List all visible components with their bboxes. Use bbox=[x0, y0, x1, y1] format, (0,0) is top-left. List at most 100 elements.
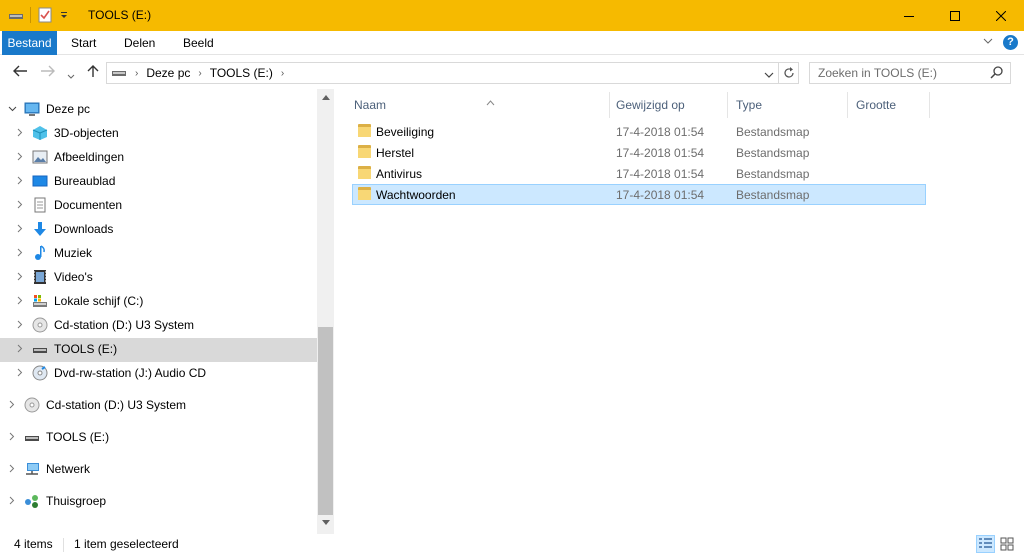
expand-chevron-icon[interactable] bbox=[6, 400, 18, 411]
expand-ribbon-icon[interactable] bbox=[983, 37, 993, 48]
navigation-bar: › Deze pc › TOOLS (E:) › Zoeken in TOOLS… bbox=[0, 55, 1024, 89]
tree-item-lokale-schijf[interactable]: Lokale schijf (C:) bbox=[14, 289, 143, 313]
column-header-type[interactable]: Type bbox=[728, 92, 848, 118]
tree-item-label: TOOLS (E:) bbox=[46, 430, 110, 444]
file-row[interactable]: Herstel 17-4-2018 01:54 Bestandsmap bbox=[352, 142, 926, 163]
ribbon-tabs: Bestand Start Delen Beeld ? bbox=[0, 31, 1024, 55]
close-button[interactable] bbox=[978, 0, 1024, 31]
maximize-icon bbox=[950, 10, 960, 21]
desktop-icon bbox=[32, 173, 48, 189]
navigation-pane-scrollbar[interactable] bbox=[317, 89, 334, 534]
drive-icon bbox=[112, 71, 126, 76]
scrollbar-thumb[interactable] bbox=[318, 327, 333, 515]
tree-item-label: Deze pc bbox=[46, 102, 91, 116]
tree-item-label: Thuisgroep bbox=[46, 494, 107, 508]
address-bar[interactable]: › Deze pc › TOOLS (E:) › bbox=[106, 62, 779, 84]
tree-item-label: Bureaublad bbox=[54, 174, 116, 188]
expand-chevron-icon[interactable] bbox=[14, 200, 26, 211]
breadcrumb-tools[interactable]: TOOLS (E:) bbox=[210, 66, 273, 80]
search-placeholder: Zoeken in TOOLS (E:) bbox=[818, 66, 937, 80]
expand-chevron-icon[interactable] bbox=[6, 432, 18, 443]
expand-chevron-icon[interactable] bbox=[14, 128, 26, 139]
minimize-button[interactable] bbox=[886, 0, 932, 31]
expand-chevron-icon[interactable] bbox=[14, 248, 26, 259]
file-name: Antivirus bbox=[376, 166, 423, 181]
expand-chevron-icon[interactable] bbox=[14, 176, 26, 187]
tree-item-label: Cd-station (D:) U3 System bbox=[54, 318, 195, 332]
title-bar: TOOLS (E:) bbox=[0, 0, 1024, 31]
cd-drive-icon bbox=[32, 317, 48, 333]
tree-item-3d-objecten[interactable]: 3D-objecten bbox=[14, 121, 119, 145]
tab-bestand[interactable]: Bestand bbox=[2, 31, 57, 55]
tree-item-deze-pc[interactable]: Deze pc bbox=[6, 97, 90, 121]
details-view-button[interactable] bbox=[976, 535, 995, 553]
tree-item-thuisgroep[interactable]: Thuisgroep bbox=[6, 489, 106, 513]
tree-item-downloads[interactable]: Downloads bbox=[14, 217, 113, 241]
tree-item-cd-station[interactable]: Cd-station (D:) U3 System bbox=[14, 313, 194, 337]
expand-chevron-icon[interactable] bbox=[6, 496, 18, 507]
tree-item-netwerk[interactable]: Netwerk bbox=[6, 457, 90, 481]
expand-chevron-icon[interactable] bbox=[14, 152, 26, 163]
tab-delen[interactable]: Delen bbox=[124, 31, 155, 55]
tree-item-documenten[interactable]: Documenten bbox=[14, 193, 122, 217]
3d-objects-icon bbox=[32, 125, 48, 141]
tree-item-label: TOOLS (E:) bbox=[54, 342, 118, 356]
file-row[interactable]: Beveiliging 17-4-2018 01:54 Bestandsmap bbox=[352, 121, 926, 142]
recent-locations-button[interactable] bbox=[67, 67, 75, 84]
maximize-button[interactable] bbox=[932, 0, 978, 31]
tree-item-tools-e[interactable]: TOOLS (E:) bbox=[14, 337, 117, 361]
tab-start[interactable]: Start bbox=[71, 31, 96, 55]
collapse-chevron-icon[interactable] bbox=[6, 104, 18, 114]
file-list: Naam Gewijzigd op Type Grootte Beveiligi… bbox=[334, 89, 1024, 534]
expand-chevron-icon[interactable] bbox=[14, 224, 26, 235]
navigation-pane: Deze pc 3D-objecten Afbeeldingen Bureaub… bbox=[0, 89, 334, 534]
drive-icon[interactable] bbox=[8, 7, 24, 23]
up-button[interactable] bbox=[86, 64, 100, 82]
search-icon[interactable] bbox=[990, 65, 1004, 85]
file-row-selected[interactable]: Wachtwoorden 17-4-2018 01:54 Bestandsmap bbox=[352, 184, 926, 205]
column-header-name[interactable]: Naam bbox=[346, 92, 610, 118]
expand-chevron-icon[interactable] bbox=[14, 344, 26, 355]
scroll-up-icon[interactable] bbox=[317, 93, 334, 102]
breadcrumb-deze-pc[interactable]: Deze pc bbox=[146, 66, 190, 80]
tree-item-bureaublad[interactable]: Bureaublad bbox=[14, 169, 115, 193]
file-row[interactable]: Antivirus 17-4-2018 01:54 Bestandsmap bbox=[352, 163, 926, 184]
file-type: Bestandsmap bbox=[736, 145, 810, 160]
window-title: TOOLS (E:) bbox=[88, 8, 152, 22]
dvd-drive-icon bbox=[32, 365, 48, 381]
pictures-icon bbox=[32, 149, 48, 165]
help-icon[interactable]: ? bbox=[1003, 35, 1018, 50]
usb-drive-icon bbox=[32, 341, 48, 357]
back-button[interactable] bbox=[12, 64, 28, 82]
breadcrumb-separator-icon[interactable]: › bbox=[281, 68, 284, 79]
expand-chevron-icon[interactable] bbox=[14, 320, 26, 331]
expand-chevron-icon[interactable] bbox=[14, 296, 26, 307]
breadcrumb-separator-icon[interactable]: › bbox=[198, 68, 201, 79]
large-icons-view-button[interactable] bbox=[998, 535, 1017, 553]
column-header-size[interactable]: Grootte bbox=[848, 92, 930, 118]
tree-item-afbeeldingen[interactable]: Afbeeldingen bbox=[14, 145, 124, 169]
tree-item-label: Afbeeldingen bbox=[54, 150, 125, 164]
tree-item-label: Documenten bbox=[54, 198, 123, 212]
file-type: Bestandsmap bbox=[736, 124, 810, 139]
tree-item-videos[interactable]: Video's bbox=[14, 265, 93, 289]
address-dropdown-icon[interactable] bbox=[764, 68, 774, 82]
expand-chevron-icon[interactable] bbox=[6, 464, 18, 475]
tree-item-tools-e-root[interactable]: TOOLS (E:) bbox=[6, 425, 109, 449]
tree-item-muziek[interactable]: Muziek bbox=[14, 241, 92, 265]
expand-chevron-icon[interactable] bbox=[14, 368, 26, 379]
expand-chevron-icon[interactable] bbox=[14, 272, 26, 283]
search-input[interactable]: Zoeken in TOOLS (E:) bbox=[809, 62, 1011, 84]
refresh-button[interactable] bbox=[779, 62, 799, 84]
scroll-down-icon[interactable] bbox=[317, 518, 334, 527]
forward-button[interactable] bbox=[40, 64, 56, 82]
tree-item-dvd-rw-station[interactable]: Dvd-rw-station (J:) Audio CD bbox=[14, 361, 206, 385]
properties-icon[interactable] bbox=[37, 7, 53, 23]
minimize-icon bbox=[904, 15, 914, 17]
cd-drive-icon bbox=[24, 397, 40, 413]
column-header-modified[interactable]: Gewijzigd op bbox=[608, 92, 728, 118]
customize-toolbar-icon[interactable] bbox=[59, 7, 69, 23]
breadcrumb-separator-icon[interactable]: › bbox=[135, 68, 138, 79]
tab-beeld[interactable]: Beeld bbox=[183, 31, 214, 55]
tree-item-cd-station-root[interactable]: Cd-station (D:) U3 System bbox=[6, 393, 186, 417]
